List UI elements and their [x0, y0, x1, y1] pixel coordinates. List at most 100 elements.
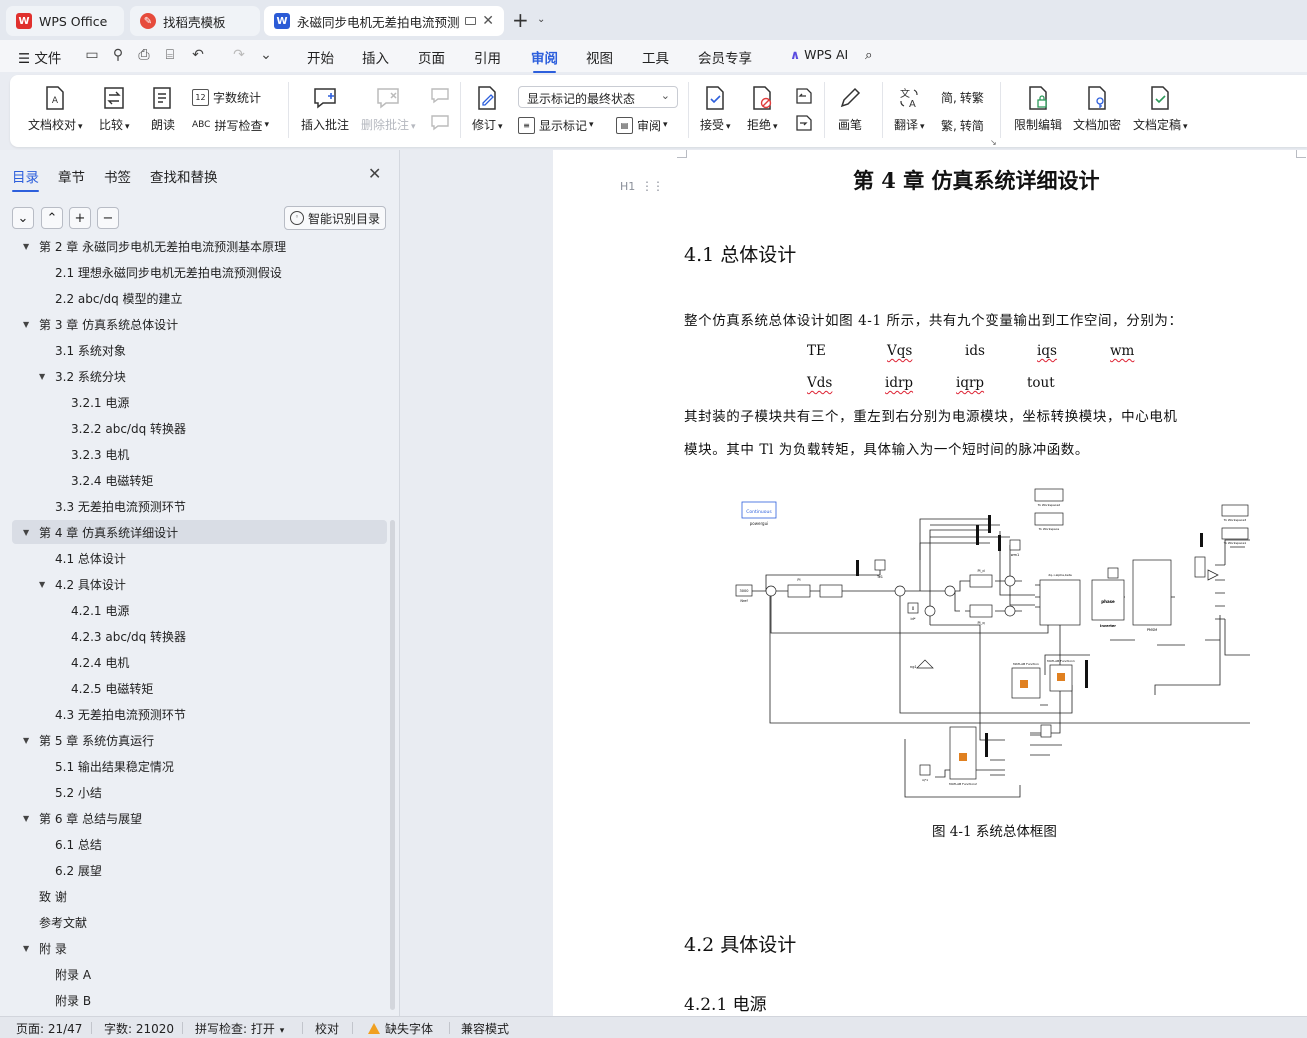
tab-active-document[interactable]: W 永磁同步电机无差拍电流预测 ✕	[264, 6, 504, 36]
tab-find-replace[interactable]: 查找和替换	[150, 166, 218, 186]
toc-item[interactable]: 2.2 abc/dq 模型的建立	[12, 286, 387, 310]
add-heading-icon[interactable]: +	[69, 207, 91, 229]
reject-button[interactable]: 拒绝 ▾	[747, 76, 778, 133]
tab-list-chevron-icon[interactable]: ⌄	[537, 14, 545, 25]
encrypt-button[interactable]: 文档加密	[1073, 76, 1121, 133]
toc-item[interactable]: 4.2.4 电机	[12, 650, 387, 674]
toc-item[interactable]: 6.1 总结	[12, 832, 387, 856]
compat-mode-status[interactable]: 兼容模式	[461, 1020, 509, 1037]
print-icon[interactable]: ⎙	[136, 46, 152, 64]
expand-arrow-icon[interactable]: ▼	[23, 736, 29, 745]
menu-start[interactable]: 开始	[307, 47, 334, 67]
simulink-diagram[interactable]: Continuous powergui 3000 Nref PI Te1 0 i…	[730, 485, 1250, 805]
toc-item[interactable]: 参考文献	[12, 910, 387, 934]
next-comment-button[interactable]	[428, 103, 452, 141]
markup-state-select[interactable]: 显示标记的最终状态 ⌄	[518, 86, 678, 108]
toc-item[interactable]: 4.3 无差拍电流预测环节	[12, 702, 387, 726]
toc-item[interactable]: 5.1 输出结果稳定情况	[12, 754, 387, 778]
toc-item[interactable]: ▼ 第 4 章 仿真系统详细设计	[12, 520, 387, 544]
tab-docer-templates[interactable]: ✎ 找稻壳模板	[130, 6, 260, 36]
expand-arrow-icon[interactable]: ▼	[39, 372, 45, 381]
toc-item[interactable]: ▼ 第 2 章 永磁同步电机无差拍电流预测基本原理	[12, 238, 387, 258]
smart-toc-button[interactable]: ◦ 智能识别目录	[284, 206, 386, 230]
read-aloud-button[interactable]: 朗读	[151, 76, 175, 133]
toc-item[interactable]: 3.2.2 abc/dq 转换器	[12, 416, 387, 440]
to-simplified-button[interactable]: 繁, 转简	[941, 115, 984, 135]
toc-item[interactable]: ▼ 第 3 章 仿真系统总体设计	[12, 312, 387, 336]
toc-item[interactable]: 2.1 理想永磁同步电机无差拍电流预测假设	[12, 260, 387, 284]
word-count-status[interactable]: 字数: 21020	[104, 1020, 174, 1037]
delete-comment-button[interactable]: 删除批注 ▾	[361, 76, 416, 133]
toc-item[interactable]: 4.1 总体设计	[12, 546, 387, 570]
toc-item[interactable]: ▼ 第 6 章 总结与展望	[12, 806, 387, 830]
menu-tools[interactable]: 工具	[642, 47, 669, 67]
doc-check-button[interactable]: A 文档校对 ▾	[28, 76, 83, 133]
review-pane-button[interactable]: ▤ 审阅 ▾	[616, 115, 668, 135]
draw-button[interactable]: 画笔	[838, 76, 862, 133]
expand-arrow-icon[interactable]: ▼	[23, 944, 29, 953]
toc-item[interactable]: 4.2.5 电磁转矩	[12, 676, 387, 700]
menu-insert[interactable]: 插入	[362, 47, 389, 67]
menu-view[interactable]: 视图	[586, 47, 613, 67]
expand-arrow-icon[interactable]: ▼	[23, 320, 29, 329]
spell-check-button[interactable]: ABC 拼写检查 ▾	[192, 115, 269, 135]
expand-arrow-icon[interactable]: ▼	[23, 814, 29, 823]
toc-item[interactable]: 致 谢	[12, 884, 387, 908]
ribbon-expand-icon[interactable]: ↘	[990, 138, 997, 147]
save-icon[interactable]: ▭	[84, 46, 100, 64]
expand-arrow-icon[interactable]: ▼	[39, 580, 45, 589]
toc-item[interactable]: ▼ 3.2 系统分块	[12, 364, 387, 388]
toc-item[interactable]: ▼ 附 录	[12, 936, 387, 960]
wps-ai-button[interactable]: ∧ WPS AI	[790, 47, 848, 62]
drag-handle-icon[interactable]: ⋮⋮	[641, 179, 664, 193]
toc-item[interactable]: 附录 A	[12, 962, 387, 986]
tab-wps-office[interactable]: W WPS Office	[6, 6, 124, 36]
accept-button[interactable]: 接受 ▾	[700, 76, 731, 133]
tab-toc[interactable]: 目录	[12, 166, 39, 192]
expand-arrow-icon[interactable]: ▼	[23, 528, 29, 537]
new-tab-icon[interactable]: +	[512, 10, 529, 30]
expand-up-icon[interactable]: ⌃	[41, 207, 63, 229]
more-chevron-icon[interactable]: ⌄	[258, 46, 274, 64]
spell-check-status[interactable]: 拼写检查: 打开 ▾	[195, 1020, 284, 1037]
link-icon[interactable]: ⚲	[110, 46, 126, 64]
menu-review[interactable]: 审阅	[531, 47, 558, 73]
document-page[interactable]: H1 ⋮⋮ 第 4 章 仿真系统详细设计 4.1 总体设计 整个仿真系统总体设计…	[553, 150, 1307, 1016]
toc-item[interactable]: 3.2.4 电磁转矩	[12, 468, 387, 492]
menu-page[interactable]: 页面	[418, 47, 445, 67]
expand-arrow-icon[interactable]: ▼	[23, 242, 29, 251]
toc-item[interactable]: ▼ 4.2 具体设计	[12, 572, 387, 596]
missing-font-status[interactable]: 缺失字体	[368, 1020, 433, 1037]
restrict-edit-button[interactable]: 限制编辑	[1014, 76, 1062, 133]
revise-button[interactable]: 修订 ▾	[472, 76, 503, 133]
compare-button[interactable]: 比较 ▾	[99, 76, 130, 133]
search-icon[interactable]: ⌕	[865, 47, 873, 63]
toc-item[interactable]: 3.2.3 电机	[12, 442, 387, 466]
undo-icon[interactable]: ↶	[190, 46, 206, 64]
toc-item[interactable]: 3.1 系统对象	[12, 338, 387, 362]
toc-item[interactable]: ▼ 第 5 章 系统仿真运行	[12, 728, 387, 752]
monitor-icon[interactable]	[465, 17, 477, 25]
finalize-button[interactable]: 文档定稿 ▾	[1133, 76, 1188, 133]
translate-button[interactable]: 文A 翻译 ▾	[894, 76, 925, 133]
remove-heading-icon[interactable]: −	[97, 207, 119, 229]
toc-item[interactable]: 4.2.3 abc/dq 转换器	[12, 624, 387, 648]
toc-scrollbar[interactable]	[390, 520, 395, 1010]
menu-member[interactable]: 会员专享	[698, 47, 752, 67]
toc-item[interactable]: 5.2 小结	[12, 780, 387, 804]
word-count-button[interactable]: 12 字数统计	[192, 87, 261, 107]
show-markup-button[interactable]: ≡ 显示标记 ▾	[518, 115, 594, 135]
menu-reference[interactable]: 引用	[474, 47, 501, 67]
close-tab-icon[interactable]: ✕	[482, 13, 494, 29]
proofread-status[interactable]: 校对	[315, 1020, 339, 1037]
close-panel-icon[interactable]: ✕	[368, 164, 381, 183]
tab-sections[interactable]: 章节	[58, 166, 85, 186]
insert-comment-button[interactable]: 插入批注	[301, 76, 349, 133]
to-traditional-button[interactable]: 简, 转繁	[941, 87, 984, 107]
toc-item[interactable]: 3.3 无差拍电流预测环节	[12, 494, 387, 518]
page-indicator[interactable]: 页面: 21/47	[16, 1020, 82, 1037]
toc-item[interactable]: 4.2.1 电源	[12, 598, 387, 622]
tab-bookmarks[interactable]: 书签	[104, 166, 131, 186]
file-menu[interactable]: ☰ 文件	[18, 47, 61, 67]
toc-item[interactable]: 6.2 展望	[12, 858, 387, 882]
